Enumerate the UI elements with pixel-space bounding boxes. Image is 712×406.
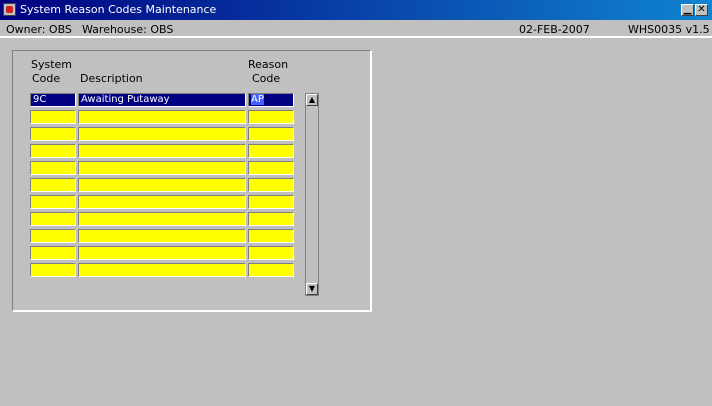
description-field[interactable] bbox=[78, 144, 246, 158]
date-label: 02-FEB-2007 bbox=[519, 23, 590, 36]
reason-code-header-line1: Reason bbox=[248, 58, 289, 71]
description-field[interactable] bbox=[78, 110, 246, 124]
reason-code-field[interactable] bbox=[248, 110, 294, 124]
description-field[interactable] bbox=[78, 263, 246, 277]
reason-code-field[interactable] bbox=[248, 212, 294, 226]
system-code-field[interactable] bbox=[30, 178, 76, 192]
description-header: Description bbox=[80, 72, 143, 85]
description-field[interactable] bbox=[78, 127, 246, 141]
scroll-down-button[interactable]: ▼ bbox=[306, 283, 318, 295]
reason-code-field-value: AP bbox=[251, 94, 264, 105]
system-code-field[interactable] bbox=[30, 246, 76, 260]
description-field-value: Awaiting Putaway bbox=[81, 94, 170, 105]
system-code-field[interactable] bbox=[30, 161, 76, 175]
arrow-down-icon: ▼ bbox=[308, 284, 316, 293]
reason-code-field[interactable] bbox=[248, 263, 294, 277]
close-icon: ✕ bbox=[697, 4, 706, 15]
reason-code-field[interactable] bbox=[248, 144, 294, 158]
system-code-field[interactable] bbox=[30, 110, 76, 124]
reason-code-field[interactable]: AP bbox=[248, 93, 294, 107]
version-label: WHS0035 v1.5 bbox=[628, 23, 710, 36]
description-field[interactable]: Awaiting Putaway bbox=[78, 93, 246, 107]
system-code-field-value: 9C bbox=[33, 94, 47, 105]
description-field[interactable] bbox=[78, 246, 246, 260]
system-code-header-line1: System bbox=[31, 58, 73, 71]
description-field[interactable] bbox=[78, 195, 246, 209]
reason-code-field[interactable] bbox=[248, 195, 294, 209]
system-code-header-line2: Code bbox=[32, 72, 61, 85]
reason-code-field[interactable] bbox=[248, 127, 294, 141]
reason-code-field[interactable] bbox=[248, 229, 294, 243]
system-code-field[interactable] bbox=[30, 212, 76, 226]
reason-code-field[interactable] bbox=[248, 161, 294, 175]
system-code-field[interactable] bbox=[30, 195, 76, 209]
description-field[interactable] bbox=[78, 229, 246, 243]
system-code-field[interactable]: 9C bbox=[30, 93, 76, 107]
close-button[interactable]: ✕ bbox=[695, 4, 708, 16]
app-icon[interactable] bbox=[3, 3, 16, 16]
vertical-scrollbar[interactable]: ▲ ▼ bbox=[305, 93, 319, 296]
warehouse-label: Warehouse: OBS bbox=[82, 23, 174, 36]
description-field[interactable] bbox=[78, 212, 246, 226]
title-bar: System Reason Codes Maintenance ▁ ✕ bbox=[0, 0, 712, 20]
reason-code-field[interactable] bbox=[248, 246, 294, 260]
system-code-field[interactable] bbox=[30, 144, 76, 158]
arrow-up-icon: ▲ bbox=[308, 95, 316, 104]
reason-code-header-line2: Code bbox=[252, 72, 281, 85]
system-code-field[interactable] bbox=[30, 127, 76, 141]
description-field[interactable] bbox=[78, 161, 246, 175]
description-field[interactable] bbox=[78, 178, 246, 192]
system-code-field[interactable] bbox=[30, 263, 76, 277]
window-title: System Reason Codes Maintenance bbox=[20, 3, 217, 16]
info-bar: Owner: OBS Warehouse: OBS 02-FEB-2007 WH… bbox=[0, 22, 712, 38]
minimize-button[interactable]: ▁ bbox=[681, 4, 694, 16]
minimize-icon: ▁ bbox=[683, 4, 692, 15]
owner-label: Owner: OBS bbox=[6, 23, 72, 36]
system-code-field[interactable] bbox=[30, 229, 76, 243]
reason-code-field[interactable] bbox=[248, 178, 294, 192]
scroll-up-button[interactable]: ▲ bbox=[306, 94, 318, 106]
